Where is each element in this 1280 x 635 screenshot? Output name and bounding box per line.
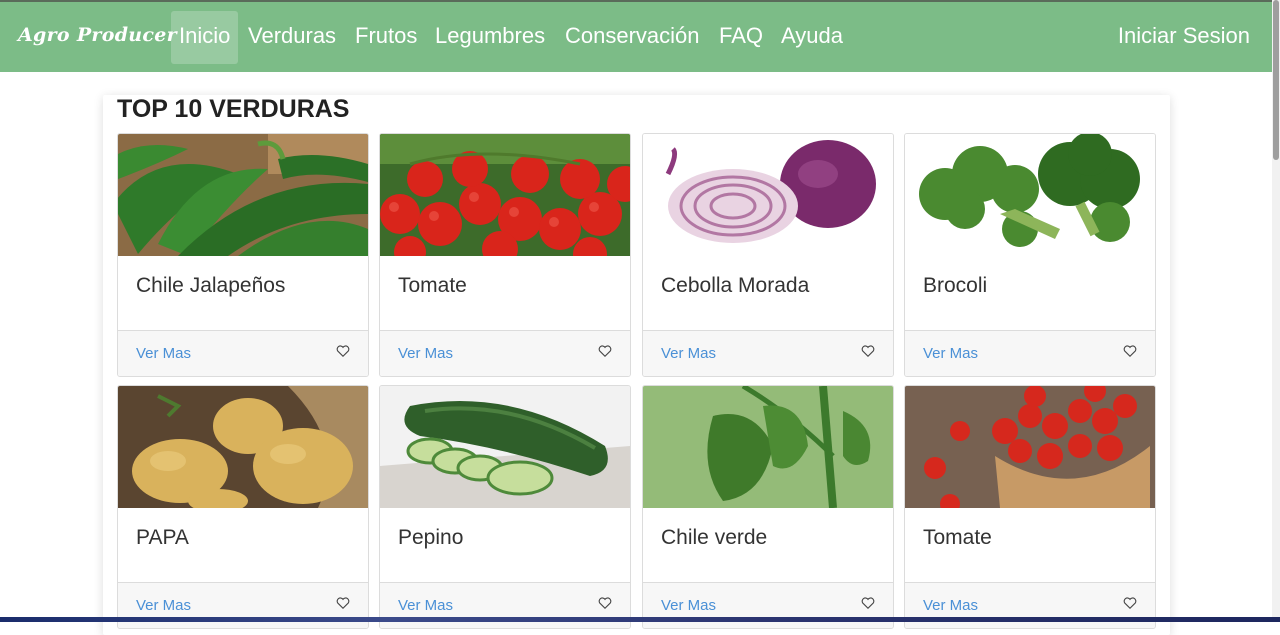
heart-icon[interactable] (598, 344, 612, 358)
ver-mas-link[interactable]: Ver Mas (398, 345, 453, 362)
card-footer: Ver Mas (905, 330, 1155, 376)
scrollbar-thumb[interactable] (1273, 0, 1279, 160)
product-title: Chile Jalapeños (136, 274, 286, 297)
ver-mas-link[interactable]: Ver Mas (923, 345, 978, 362)
broccoli-image[interactable] (905, 134, 1155, 256)
red-onion-image[interactable] (643, 134, 893, 256)
product-card: Tomate Ver Mas (904, 385, 1156, 629)
cucumber-image[interactable] (380, 386, 630, 508)
nav-item-frutos[interactable]: Frutos (347, 11, 425, 64)
os-taskbar (0, 617, 1280, 622)
product-title: Cebolla Morada (661, 274, 810, 297)
nav-item-conservacion[interactable]: Conservación (557, 11, 708, 64)
section-title: TOP 10 VERDURAS (117, 95, 350, 123)
product-card: Chile Jalapeños Ver Mas (117, 133, 369, 377)
product-card: Tomate Ver Mas (379, 133, 631, 377)
tomato-image[interactable] (380, 134, 630, 256)
ver-mas-link[interactable]: Ver Mas (136, 597, 191, 614)
login-link[interactable]: Iniciar Sesion (1118, 11, 1250, 64)
heart-icon[interactable] (861, 344, 875, 358)
potato-image[interactable] (118, 386, 368, 508)
product-title: Brocoli (923, 274, 988, 297)
product-card: PAPA Ver Mas (117, 385, 369, 629)
product-title: Tomate (923, 526, 992, 549)
heart-icon[interactable] (336, 596, 350, 610)
jalapeno-image[interactable] (118, 134, 368, 256)
product-card: Chile verde Ver Mas (642, 385, 894, 629)
heart-icon[interactable] (861, 596, 875, 610)
nav-item-faq[interactable]: FAQ (711, 11, 771, 64)
nav-item-ayuda[interactable]: Ayuda (773, 11, 851, 64)
cherry-tomato-basket-image[interactable] (905, 386, 1155, 508)
card-footer: Ver Mas (643, 330, 893, 376)
ver-mas-link[interactable]: Ver Mas (661, 597, 716, 614)
product-title: Pepino (398, 526, 464, 549)
product-title: Tomate (398, 274, 467, 297)
heart-icon[interactable] (598, 596, 612, 610)
product-card: Cebolla Morada Ver Mas (642, 133, 894, 377)
nav-item-verduras[interactable]: Verduras (240, 11, 344, 64)
product-card: Brocoli Ver Mas (904, 133, 1156, 377)
top-navbar: Agro Producer Inicio Verduras Frutos Leg… (0, 2, 1272, 72)
heart-icon[interactable] (1123, 344, 1137, 358)
card-footer: Ver Mas (380, 330, 630, 376)
ver-mas-link[interactable]: Ver Mas (661, 345, 716, 362)
green-chili-image[interactable] (643, 386, 893, 508)
ver-mas-link[interactable]: Ver Mas (398, 597, 453, 614)
heart-icon[interactable] (1123, 596, 1137, 610)
nav-item-inicio[interactable]: Inicio (171, 11, 239, 64)
product-title: PAPA (136, 526, 189, 549)
ver-mas-link[interactable]: Ver Mas (923, 597, 978, 614)
card-footer: Ver Mas (118, 330, 368, 376)
brand-logo[interactable]: Agro Producer (18, 24, 177, 46)
heart-icon[interactable] (336, 344, 350, 358)
product-title: Chile verde (661, 526, 768, 549)
ver-mas-link[interactable]: Ver Mas (136, 345, 191, 362)
nav-item-legumbres[interactable]: Legumbres (427, 11, 553, 64)
product-card: Pepino Ver Mas (379, 385, 631, 629)
